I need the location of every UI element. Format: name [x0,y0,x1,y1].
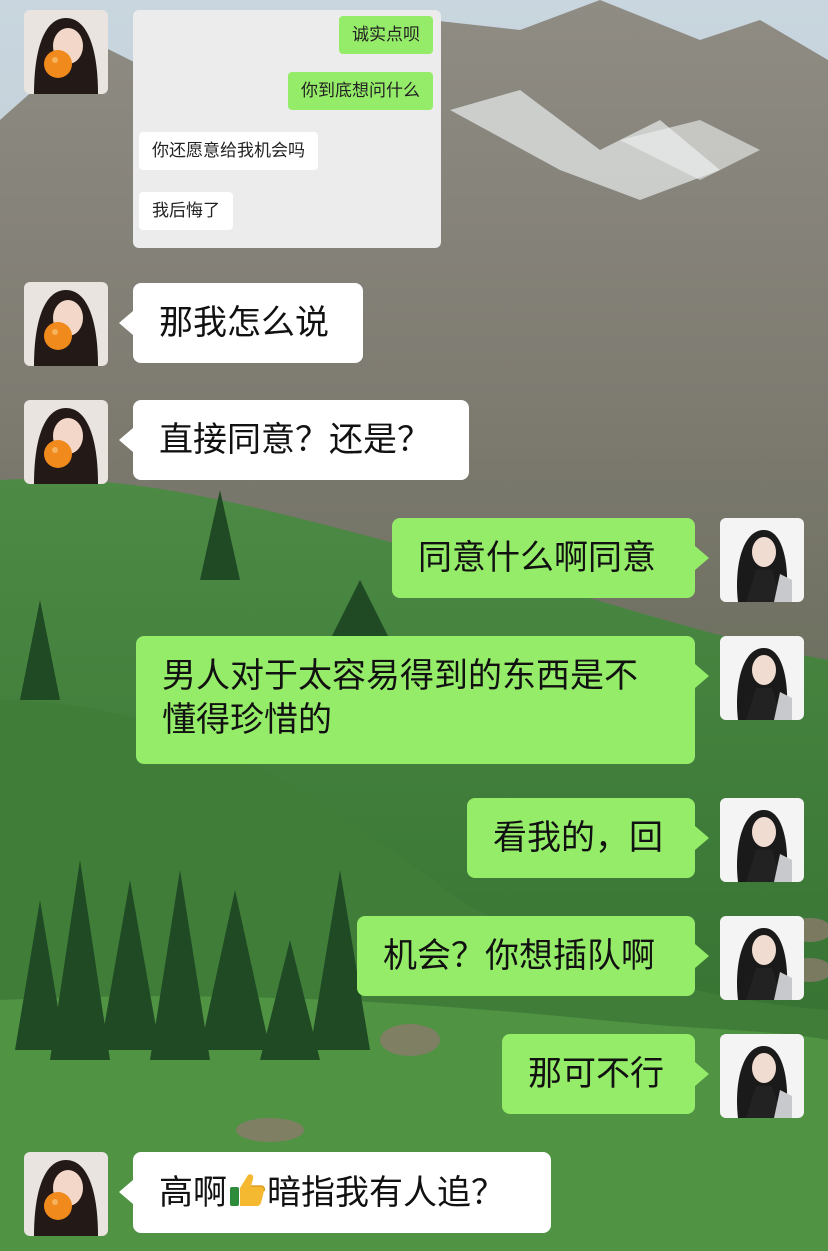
contact-avatar[interactable] [24,282,108,366]
outgoing-message-bubble[interactable]: 那可不行 [502,1034,709,1114]
quoted-message: 我后悔了 [139,192,233,230]
contact-avatar[interactable] [24,400,108,484]
my-avatar[interactable] [720,916,804,1000]
my-avatar[interactable] [720,518,804,602]
message-text: 暗指我有人追？ [267,1173,505,1213]
contact-avatar[interactable] [24,10,108,94]
quoted-message: 你还愿意给我机会吗 [139,132,318,170]
my-avatar[interactable] [720,798,804,882]
outgoing-message-bubble[interactable]: 看我的，回 [467,798,709,878]
my-avatar[interactable] [720,636,804,720]
quoted-message: 你到底想问什么 [288,72,433,110]
my-avatar[interactable] [720,1034,804,1118]
quoted-message: 诚实点呗 [339,16,433,54]
quoted-chat-screenshot: 诚实点呗 你到底想问什么 你还愿意给我机会吗 我后悔了 [133,10,441,248]
outgoing-message-bubble[interactable]: 男人对于太容易得到的东西是不懂得珍惜的 [136,636,709,764]
message-text: 高啊 [159,1173,227,1213]
outgoing-message-bubble[interactable]: 机会？你想插队啊 [357,916,709,996]
incoming-message-bubble[interactable]: 高啊 暗指我有人追？ [119,1152,551,1233]
outgoing-message-bubble[interactable]: 同意什么啊同意 [392,518,709,598]
incoming-message-bubble[interactable]: 那我怎么说 [119,283,363,363]
contact-avatar[interactable] [24,1152,108,1236]
thumbs-up-icon [227,1170,267,1210]
incoming-message-bubble[interactable]: 直接同意？还是？ [119,400,469,480]
